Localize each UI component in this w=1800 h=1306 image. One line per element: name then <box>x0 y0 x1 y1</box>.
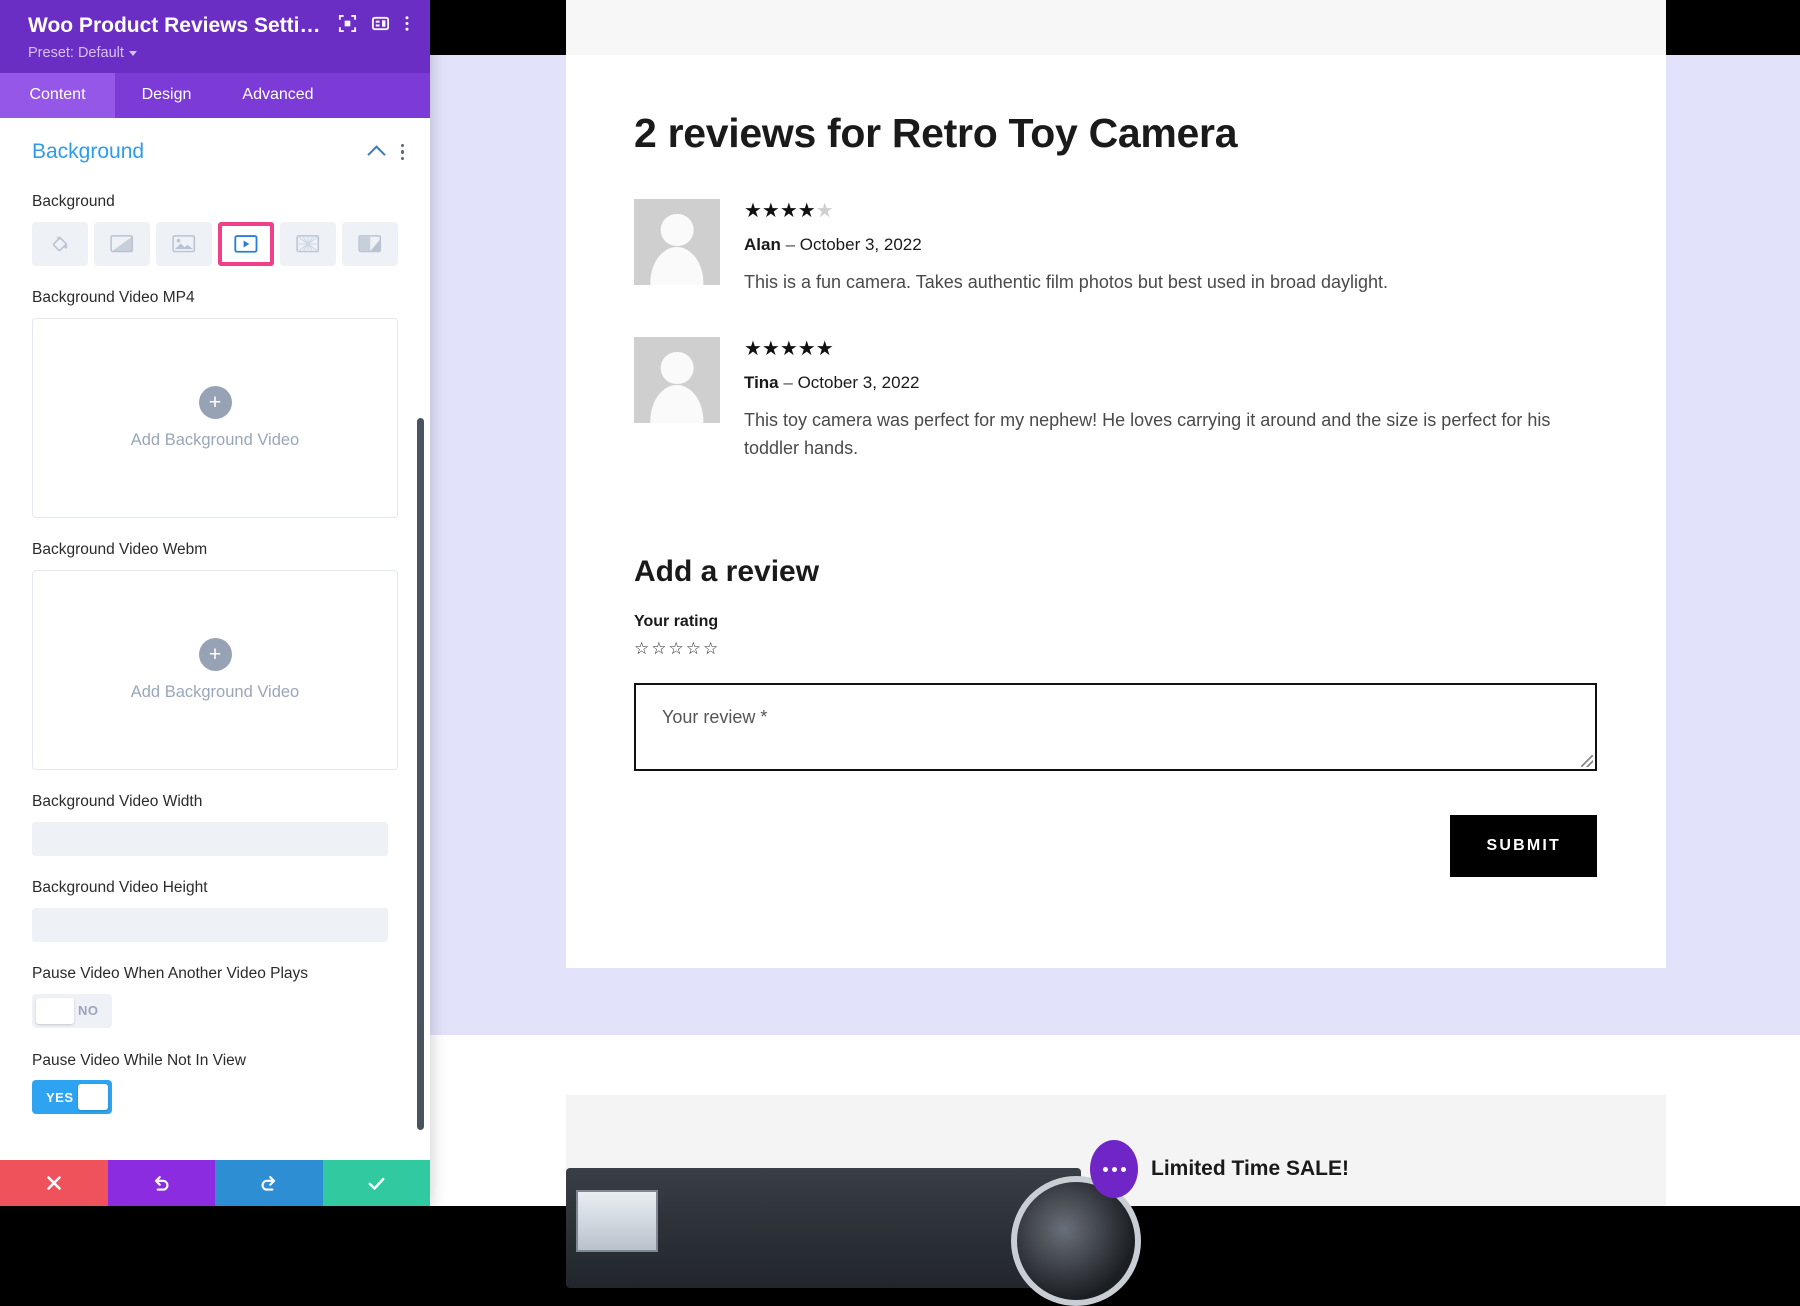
chevron-down-icon <box>128 50 137 56</box>
pause-not-in-view-state: YES <box>46 1089 74 1105</box>
promo-banner[interactable]: Limited Time SALE! <box>1090 1140 1349 1198</box>
tab-content[interactable]: Content <box>0 73 115 118</box>
review-separator: – <box>783 373 793 393</box>
more-vertical-icon[interactable] <box>400 143 404 161</box>
reviewer-name: Alan <box>744 235 781 255</box>
focus-frame-icon[interactable] <box>338 14 357 38</box>
preset-selector[interactable]: Preset: Default <box>28 45 410 61</box>
reviewer-name: Tina <box>744 373 779 393</box>
mp4-field-label: Background Video MP4 <box>32 288 195 306</box>
tab-design[interactable]: Design <box>115 73 218 118</box>
product-image <box>566 1168 1141 1306</box>
mask-icon <box>358 235 382 253</box>
background-field-label: Background <box>32 193 115 210</box>
rating-stars: ★★★★★ <box>744 200 834 223</box>
toggle-knob <box>77 1084 108 1111</box>
panel-tabs: Content Design Advanced <box>0 73 430 118</box>
reviews-section: 2 reviews for Retro Toy Camera ★★★★★ Ala… <box>634 110 1599 877</box>
redo-icon <box>261 1175 276 1191</box>
background-type-mask[interactable] <box>342 221 398 266</box>
pattern-icon <box>296 235 320 253</box>
review-item: ★★★★★ Tina – October 3, 2022 This toy ca… <box>634 337 1599 463</box>
image-icon <box>172 235 195 253</box>
pause-other-video-label: Pause Video When Another Video Plays <box>32 964 309 982</box>
check-icon <box>368 1177 385 1190</box>
panel-body: Background Background Background Video M… <box>0 118 430 1160</box>
rating-stars: ★★★★★ <box>744 338 834 361</box>
gradient-icon <box>110 235 133 253</box>
review-meta: Alan – October 3, 2022 <box>744 235 1599 255</box>
module-settings-panel: Woo Product Reviews Setti… Preset: Defau… <box>0 0 430 1206</box>
mp4-upload-label: Add Background Video <box>130 430 300 449</box>
plus-icon: + <box>198 637 232 671</box>
pause-not-in-view-toggle[interactable]: YES <box>32 1080 112 1115</box>
undo-button[interactable] <box>107 1160 215 1206</box>
video-width-input[interactable] <box>32 821 388 856</box>
review-item: ★★★★★ Alan – October 3, 2022 This is a f… <box>634 199 1599 297</box>
cancel-button[interactable] <box>0 1160 108 1206</box>
close-icon <box>46 1176 61 1190</box>
page-title: 2 reviews for Retro Toy Camera <box>634 110 1238 156</box>
preset-label: Preset: Default <box>28 45 124 61</box>
review-text: This is a fun camera. Takes authentic fi… <box>744 272 1389 293</box>
panel-title: Woo Product Reviews Setti… <box>28 14 321 37</box>
add-review-heading: Add a review <box>634 554 820 588</box>
save-button[interactable] <box>322 1160 430 1206</box>
pause-other-video-toggle[interactable]: NO <box>32 993 112 1028</box>
section-title: Background <box>32 140 145 163</box>
panel-layout-icon[interactable] <box>371 14 390 38</box>
mp4-upload-dropzone[interactable]: + Add Background Video <box>32 317 398 518</box>
submit-button[interactable]: SUBMIT <box>1450 814 1597 877</box>
avatar <box>634 337 720 424</box>
background-type-image[interactable] <box>155 221 212 266</box>
panel-header: Woo Product Reviews Setti… Preset: Defau… <box>0 0 430 73</box>
undo-icon <box>154 1175 169 1191</box>
review-date: October 3, 2022 <box>799 235 922 255</box>
background-section-header: Background <box>0 118 430 170</box>
background-type-color[interactable] <box>32 221 88 266</box>
chevron-up-icon[interactable] <box>366 144 386 164</box>
review-text: This toy camera was perfect for my nephe… <box>744 410 1551 458</box>
more-vertical-icon[interactable] <box>404 14 410 38</box>
review-separator: – <box>785 235 796 255</box>
background-type-gradient[interactable] <box>93 221 150 266</box>
review-textarea[interactable]: Your review * <box>634 682 1597 771</box>
review-textarea-placeholder: Your review * <box>662 706 768 727</box>
video-play-icon <box>234 235 258 253</box>
background-type-pattern[interactable] <box>280 221 337 266</box>
video-height-label: Background Video Height <box>32 878 208 896</box>
toggle-knob <box>36 997 74 1024</box>
video-width-label: Background Video Width <box>32 792 203 810</box>
webm-upload-dropzone[interactable]: + Add Background Video <box>32 569 398 770</box>
review-date: October 3, 2022 <box>797 373 920 393</box>
avatar <box>634 199 720 286</box>
panel-footer <box>0 1160 430 1206</box>
background-type-video[interactable] <box>217 221 275 266</box>
page-top-strip <box>566 0 1666 55</box>
webm-upload-label: Add Background Video <box>130 682 300 701</box>
review-meta: Tina – October 3, 2022 <box>744 373 1599 393</box>
your-rating-label: Your rating <box>634 612 719 630</box>
plus-icon: + <box>198 385 232 419</box>
background-type-selector <box>0 221 430 266</box>
video-height-input[interactable] <box>32 907 388 942</box>
rating-input-stars[interactable]: ☆☆☆☆☆ <box>634 639 1599 659</box>
webm-field-label: Background Video Webm <box>32 540 208 558</box>
pause-other-video-state: NO <box>78 1003 99 1019</box>
pause-not-in-view-label: Pause Video While Not In View <box>32 1051 246 1069</box>
ellipsis-badge-icon <box>1090 1140 1138 1198</box>
redo-button[interactable] <box>215 1160 323 1206</box>
tab-advanced[interactable]: Advanced <box>218 73 338 118</box>
panel-scrollbar[interactable] <box>417 418 424 1130</box>
promo-text: Limited Time SALE! <box>1151 1157 1349 1180</box>
resize-handle-icon[interactable] <box>1581 754 1593 767</box>
paint-bucket-icon <box>52 236 68 252</box>
